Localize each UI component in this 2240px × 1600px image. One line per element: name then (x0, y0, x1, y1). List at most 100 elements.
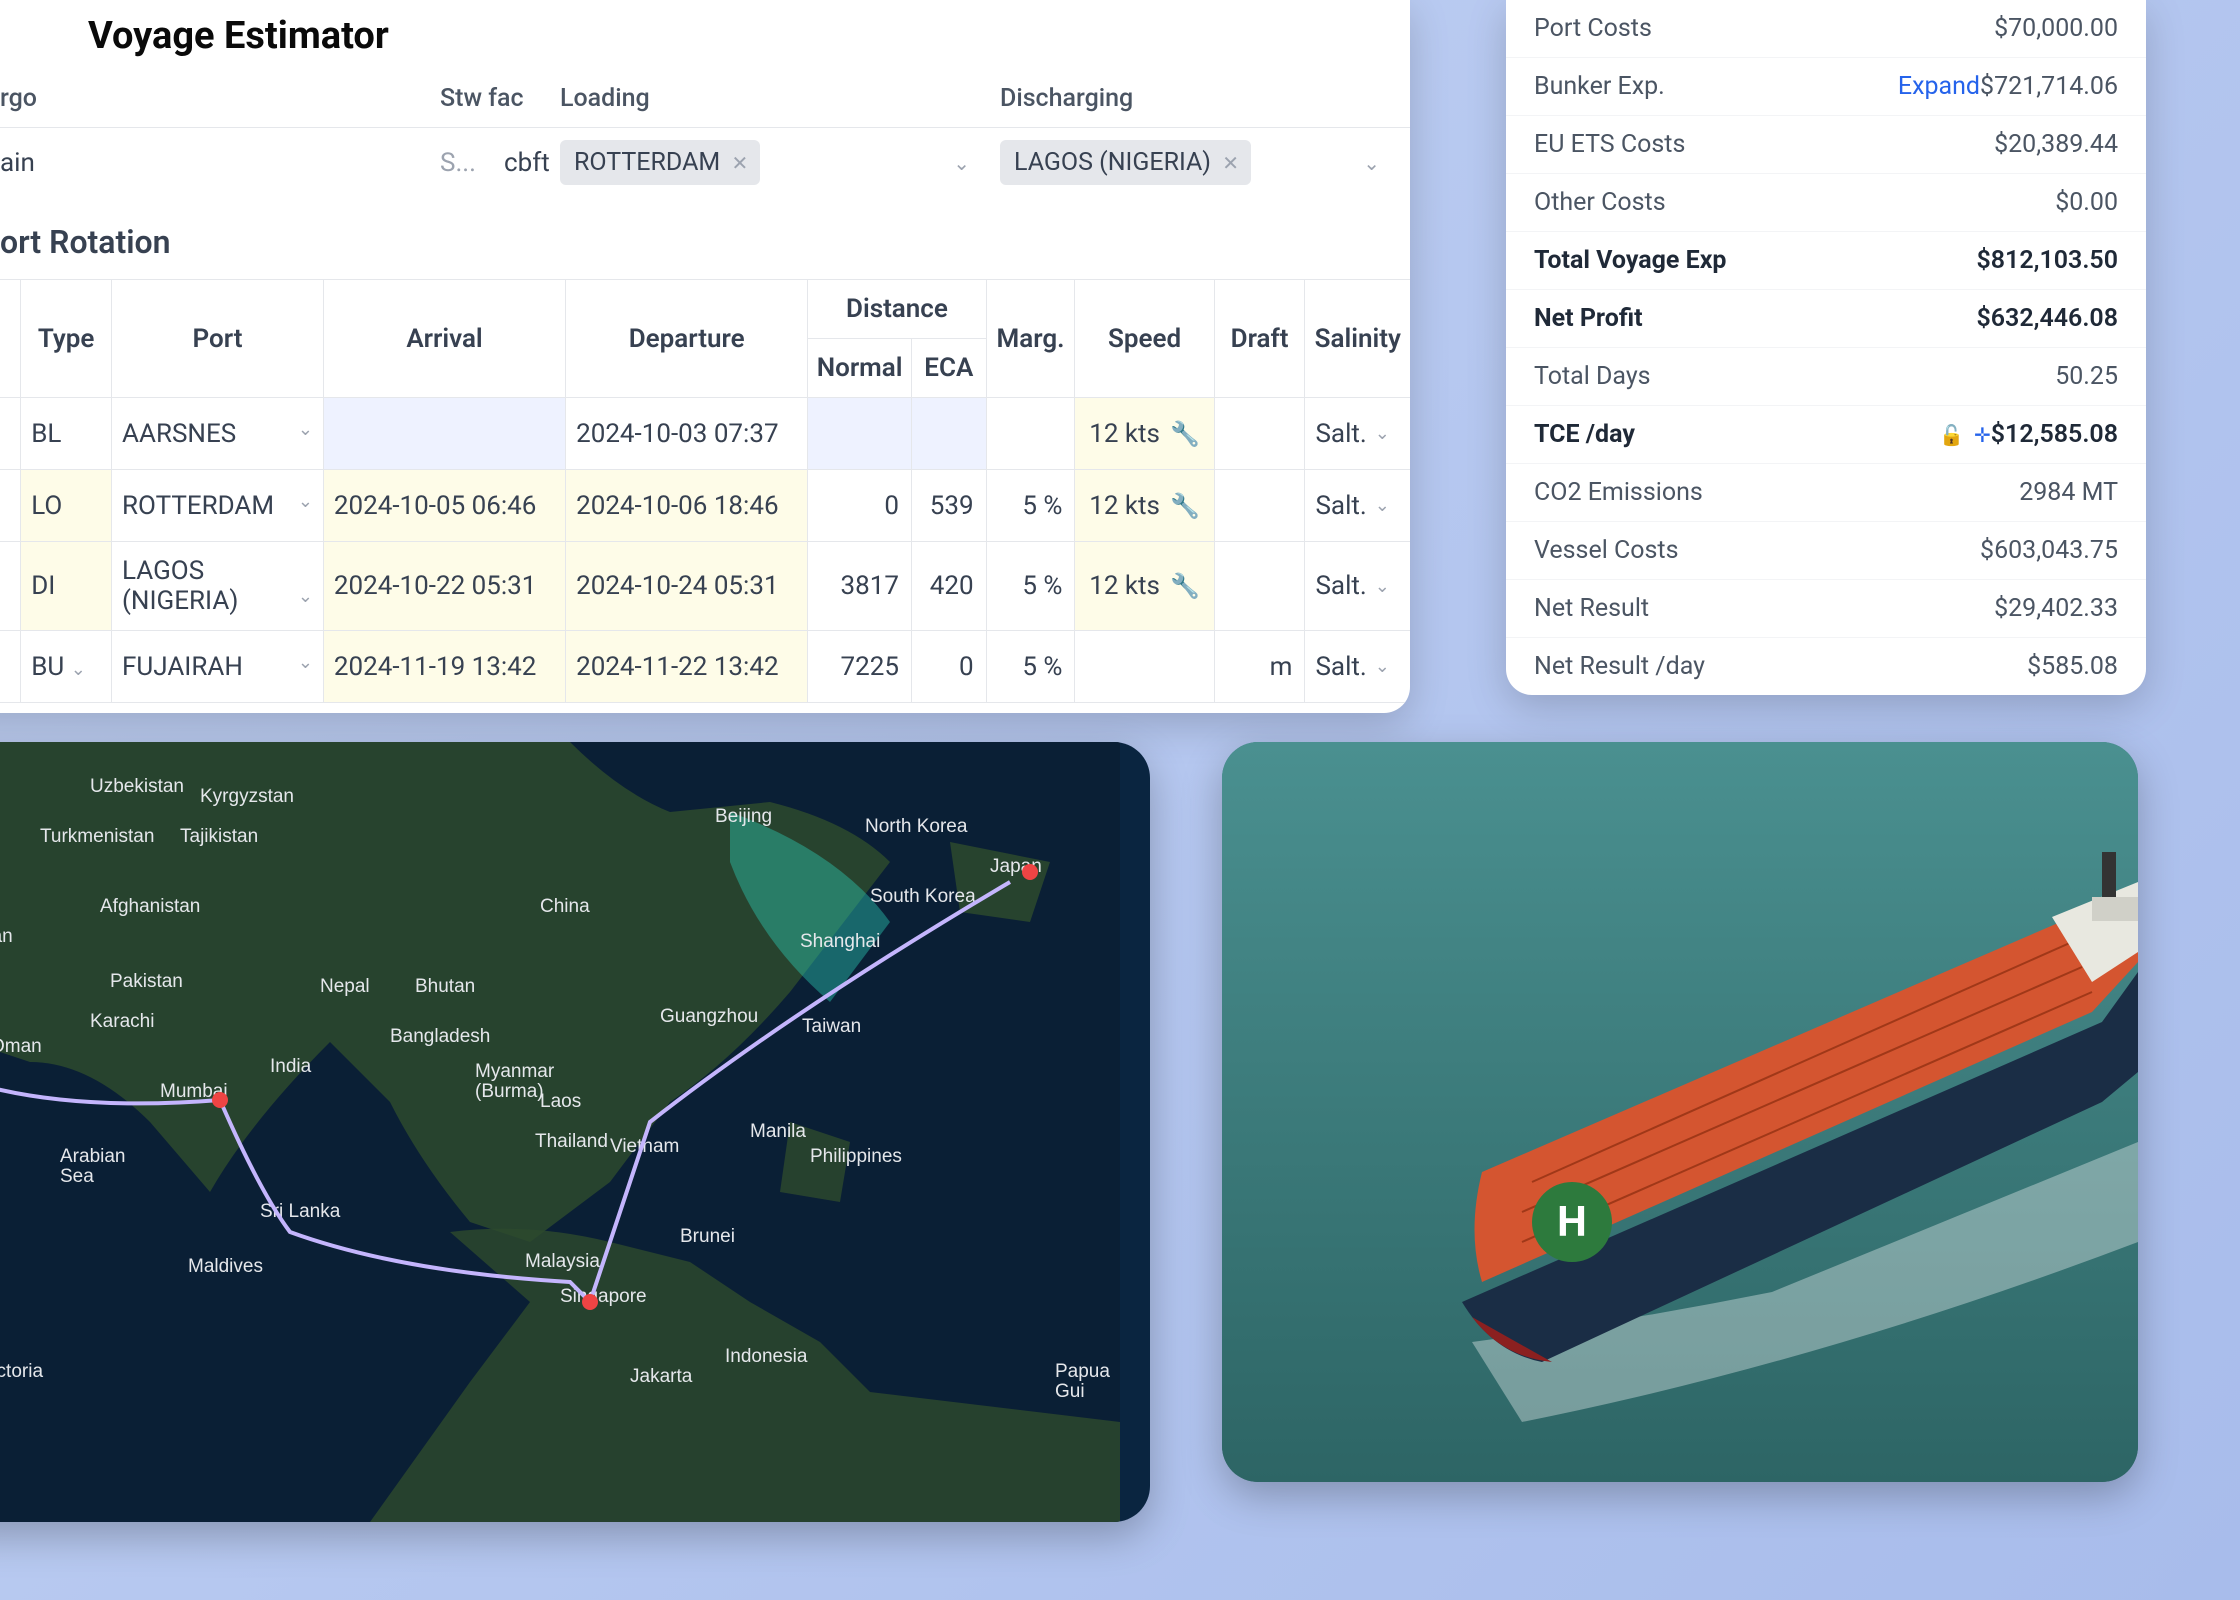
map-label: Bhutan (415, 976, 475, 997)
cell-port[interactable]: AARSNES ⌄ (112, 398, 324, 470)
remove-tag-icon[interactable]: ✕ (731, 151, 748, 175)
cell-arrival[interactable]: 2024-10-05 06:46 (323, 470, 565, 542)
cell-speed[interactable]: 12 kts 🔧 (1075, 542, 1214, 631)
cell-type[interactable]: BU ⌄ (21, 631, 112, 703)
remove-tag-icon[interactable]: ✕ (1222, 151, 1239, 175)
chevron-down-icon[interactable]: ⌄ (1363, 151, 1380, 175)
discharging-select[interactable]: LAGOS (NIGERIA) ✕ ⌄ (1000, 140, 1410, 185)
cell-normal[interactable]: 0 (808, 470, 912, 542)
waypoint-marker[interactable] (582, 1294, 598, 1310)
cell-eca[interactable]: 539 (911, 470, 986, 542)
map-label: Beijing (715, 806, 772, 827)
table-row[interactable]: 📍LOROTTERDAM ⌄2024-10-05 06:462024-10-06… (0, 470, 1410, 542)
cell-type[interactable]: BL (21, 398, 112, 470)
table-row[interactable]: 📍BLAARSNES ⌄ 2024-10-03 07:37 12 kts 🔧 Salt… (0, 398, 1410, 470)
col-stw: Stw fac (440, 84, 560, 113)
unlock-icon[interactable]: 🔓 (1939, 423, 1964, 447)
cost-row: TCE /day🔓✛$12,585.08 (1506, 406, 2146, 464)
cell-departure[interactable]: 2024-11-22 13:42 (566, 631, 808, 703)
cell-arrival[interactable] (323, 398, 565, 470)
col-salinity: Salinity (1305, 280, 1410, 398)
cell-port[interactable]: LAGOS (NIGERIA) ⌄ (112, 542, 324, 631)
chevron-down-icon[interactable]: ⌄ (1375, 423, 1390, 444)
cell-normal[interactable]: 3817 (808, 542, 912, 631)
cell-speed[interactable]: 12 kts 🔧 (1075, 470, 1214, 542)
wrench-icon[interactable]: 🔧 (1170, 420, 1200, 448)
route-map[interactable]: UzbekistanKyrgyzstanTurkmenistanTajikist… (0, 742, 1150, 1522)
cell-draft[interactable] (1214, 470, 1305, 542)
cell-departure[interactable]: 2024-10-24 05:31 (566, 542, 808, 631)
map-label: Tajikistan (180, 826, 258, 847)
stw-cell[interactable]: S... cbft (440, 148, 560, 178)
cell-speed[interactable] (1075, 631, 1214, 703)
cell-eca[interactable]: 420 (911, 542, 986, 631)
map-label: Iran (0, 926, 13, 947)
chevron-down-icon[interactable]: ⌄ (1375, 656, 1390, 677)
cell-port[interactable]: FUJAIRAH ⌄ (112, 631, 324, 703)
chevron-down-icon[interactable]: ⌄ (953, 151, 970, 175)
map-label: (Burma) (475, 1081, 544, 1102)
cost-value: $20,389.44 (1994, 130, 2118, 159)
chevron-down-icon[interactable]: ⌄ (1375, 576, 1390, 597)
cell-salinity[interactable]: Salt. ⌄ (1305, 631, 1410, 703)
cell-draft[interactable] (1214, 398, 1305, 470)
cell-type[interactable]: DI (21, 542, 112, 631)
chevron-down-icon[interactable]: ⌄ (1375, 495, 1390, 516)
cell-arrival[interactable]: 2024-11-19 13:42 (323, 631, 565, 703)
cell-salinity[interactable]: Salt. ⌄ (1305, 542, 1410, 631)
cost-row: Vessel Costs$603,043.75 (1506, 522, 2146, 580)
map-label: Malaysia (525, 1251, 600, 1272)
waypoint-marker[interactable] (212, 1092, 228, 1108)
cost-row: Total Voyage Exp$812,103.50 (1506, 232, 2146, 290)
cell-marg[interactable]: 5 % (986, 542, 1075, 631)
cargo-header: rgo Stw fac Loading Discharging (0, 76, 1410, 128)
cell-departure[interactable]: 2024-10-06 18:46 (566, 470, 808, 542)
cell-normal[interactable]: 7225 (808, 631, 912, 703)
loading-select[interactable]: ROTTERDAM ✕ ⌄ (560, 140, 1000, 185)
target-icon[interactable]: ✛ (1974, 423, 1991, 447)
map-label: Brunei (680, 1226, 735, 1247)
chevron-down-icon[interactable]: ⌄ (71, 659, 86, 680)
cell-speed[interactable]: 12 kts 🔧 (1075, 398, 1214, 470)
cell-normal[interactable] (808, 398, 912, 470)
cell-marg[interactable]: 5 % (986, 631, 1075, 703)
cell-draft[interactable]: m (1214, 631, 1305, 703)
col-speed: Speed (1075, 280, 1214, 398)
wrench-icon[interactable]: 🔧 (1170, 492, 1200, 520)
cell-departure[interactable]: 2024-10-03 07:37 (566, 398, 808, 470)
cell-salinity[interactable]: Salt. ⌄ (1305, 398, 1410, 470)
discharging-tag: LAGOS (NIGERIA) ✕ (1000, 140, 1251, 185)
cost-value: 2984 MT (2019, 478, 2118, 507)
costs-panel: Port Costs$70,000.00Bunker Exp.Expand$72… (1506, 0, 2146, 695)
cell-port[interactable]: ROTTERDAM ⌄ (112, 470, 324, 542)
cell-draft[interactable] (1214, 542, 1305, 631)
cell-type[interactable]: LO (21, 470, 112, 542)
expand-link[interactable]: Expand (1898, 72, 1980, 101)
cell-arrival[interactable]: 2024-10-22 05:31 (323, 542, 565, 631)
chevron-down-icon[interactable]: ⌄ (298, 419, 313, 440)
map-label: Oman (0, 1036, 42, 1057)
map-label: Uzbekistan (90, 776, 184, 797)
table-row[interactable]: 📍DILAGOS (NIGERIA) ⌄2024-10-22 05:312024… (0, 542, 1410, 631)
map-label: Kyrgyzstan (200, 786, 294, 807)
map-label: Sea (60, 1166, 94, 1187)
row-pin[interactable]: 📍 (0, 631, 21, 703)
chevron-down-icon[interactable]: ⌄ (298, 652, 313, 673)
wrench-icon[interactable]: 🔧 (1170, 572, 1200, 600)
cost-label: Net Result (1534, 594, 1994, 623)
cell-eca[interactable]: 0 (911, 631, 986, 703)
row-pin[interactable]: 📍 (0, 398, 21, 470)
row-pin[interactable]: 📍 (0, 542, 21, 631)
cell-salinity[interactable]: Salt. ⌄ (1305, 470, 1410, 542)
map-label: Shanghai (800, 931, 880, 952)
table-row[interactable]: 📍BU ⌄FUJAIRAH ⌄2024-11-19 13:422024-11-2… (0, 631, 1410, 703)
cell-marg[interactable] (986, 398, 1075, 470)
map-label: Nepal (320, 976, 370, 997)
cell-eca[interactable] (911, 398, 986, 470)
row-pin[interactable]: 📍 (0, 470, 21, 542)
cell-marg[interactable]: 5 % (986, 470, 1075, 542)
waypoint-marker[interactable] (1022, 864, 1038, 880)
cargo-name[interactable]: ain (0, 148, 440, 178)
chevron-down-icon[interactable]: ⌄ (298, 586, 313, 607)
chevron-down-icon[interactable]: ⌄ (298, 491, 313, 512)
